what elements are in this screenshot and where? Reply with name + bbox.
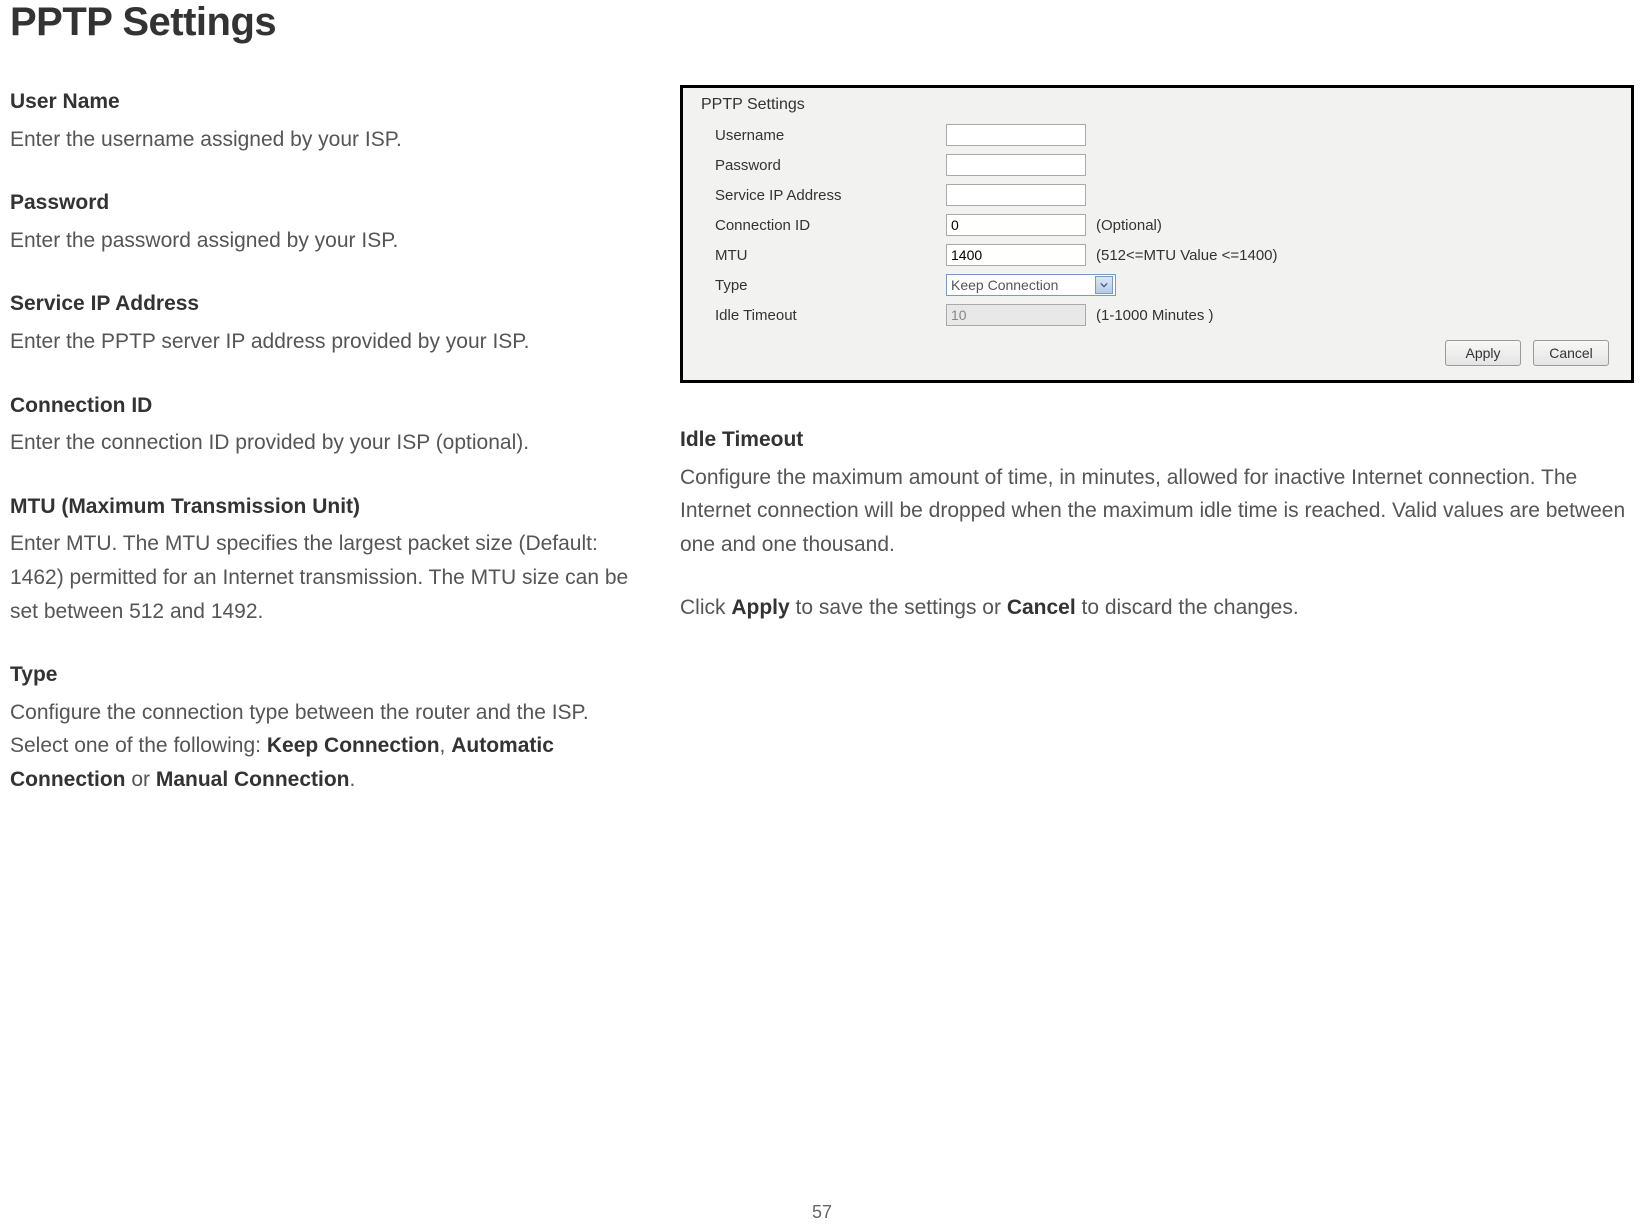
page-number: 57 bbox=[812, 1202, 832, 1223]
closing-post: to discard the changes. bbox=[1076, 596, 1299, 619]
form-label-idle: Idle Timeout bbox=[701, 307, 946, 324]
type-sep-1: , bbox=[440, 734, 452, 757]
label-service-ip: Service IP Address bbox=[10, 287, 650, 321]
section-connection-id: Connection ID Enter the connection ID pr… bbox=[10, 389, 650, 460]
section-idle-timeout: Idle Timeout Configure the maximum amoun… bbox=[680, 423, 1634, 561]
closing-mid: to save the settings or bbox=[790, 596, 1007, 619]
section-username: User Name Enter the username assigned by… bbox=[10, 85, 650, 156]
label-connection-id: Connection ID bbox=[10, 389, 650, 423]
body-password: Enter the password assigned by your ISP. bbox=[10, 224, 650, 258]
body-closing: Click Apply to save the settings or Canc… bbox=[680, 591, 1634, 625]
label-username: User Name bbox=[10, 85, 650, 119]
password-input[interactable] bbox=[946, 154, 1086, 176]
form-label-username: Username bbox=[701, 127, 946, 144]
form-label-service-ip: Service IP Address bbox=[701, 187, 946, 204]
form-label-password: Password bbox=[701, 157, 946, 174]
type-bold-1: Keep Connection bbox=[267, 734, 440, 757]
left-column: User Name Enter the username assigned by… bbox=[10, 85, 650, 827]
body-service-ip: Enter the PPTP server IP address provide… bbox=[10, 325, 650, 359]
mtu-input[interactable] bbox=[946, 244, 1086, 266]
label-idle-timeout: Idle Timeout bbox=[680, 423, 1634, 457]
page-title: PPTP Settings bbox=[10, 0, 1644, 45]
connection-id-input[interactable] bbox=[946, 214, 1086, 236]
mtu-hint: (512<=MTU Value <=1400) bbox=[1096, 247, 1278, 264]
body-mtu: Enter MTU. The MTU specifies the largest… bbox=[10, 527, 650, 628]
content-columns: User Name Enter the username assigned by… bbox=[0, 85, 1644, 827]
closing-bold-2: Cancel bbox=[1007, 596, 1076, 619]
apply-button[interactable]: Apply bbox=[1445, 340, 1521, 366]
type-text-post: . bbox=[350, 768, 356, 791]
type-select-value: Keep Connection bbox=[951, 277, 1058, 293]
closing-bold-1: Apply bbox=[731, 596, 789, 619]
connection-id-hint: (Optional) bbox=[1096, 217, 1162, 234]
pptp-settings-panel: PPTP Settings Username Password Service … bbox=[680, 85, 1634, 383]
row-type: Type Keep Connection bbox=[701, 270, 1613, 300]
username-input[interactable] bbox=[946, 124, 1086, 146]
chevron-down-icon[interactable] bbox=[1095, 276, 1113, 294]
type-bold-3: Manual Connection bbox=[156, 768, 350, 791]
section-mtu: MTU (Maximum Transmission Unit) Enter MT… bbox=[10, 490, 650, 628]
row-username: Username bbox=[701, 120, 1613, 150]
section-closing: Click Apply to save the settings or Canc… bbox=[680, 591, 1634, 625]
body-username: Enter the username assigned by your ISP. bbox=[10, 123, 650, 157]
service-ip-input[interactable] bbox=[946, 184, 1086, 206]
row-connection-id: Connection ID (Optional) bbox=[701, 210, 1613, 240]
body-type: Configure the connection type between th… bbox=[10, 696, 650, 797]
cancel-button[interactable]: Cancel bbox=[1533, 340, 1609, 366]
panel-legend: PPTP Settings bbox=[701, 96, 1613, 114]
row-service-ip: Service IP Address bbox=[701, 180, 1613, 210]
row-idle-timeout: Idle Timeout (1-1000 Minutes ) bbox=[701, 300, 1613, 330]
label-type: Type bbox=[10, 658, 650, 692]
label-password: Password bbox=[10, 186, 650, 220]
section-service-ip: Service IP Address Enter the PPTP server… bbox=[10, 287, 650, 358]
form-label-type: Type bbox=[701, 277, 946, 294]
idle-hint: (1-1000 Minutes ) bbox=[1096, 307, 1214, 324]
type-sep-2: or bbox=[126, 768, 156, 791]
label-mtu: MTU (Maximum Transmission Unit) bbox=[10, 490, 650, 524]
section-password: Password Enter the password assigned by … bbox=[10, 186, 650, 257]
row-mtu: MTU (512<=MTU Value <=1400) bbox=[701, 240, 1613, 270]
section-type: Type Configure the connection type betwe… bbox=[10, 658, 650, 796]
button-row: Apply Cancel bbox=[701, 340, 1613, 366]
body-connection-id: Enter the connection ID provided by your… bbox=[10, 426, 650, 460]
idle-timeout-input bbox=[946, 304, 1086, 326]
type-select[interactable]: Keep Connection bbox=[946, 274, 1116, 296]
form-label-connection-id: Connection ID bbox=[701, 217, 946, 234]
right-column: PPTP Settings Username Password Service … bbox=[680, 85, 1634, 827]
body-idle-timeout: Configure the maximum amount of time, in… bbox=[680, 461, 1634, 562]
closing-pre: Click bbox=[680, 596, 731, 619]
row-password: Password bbox=[701, 150, 1613, 180]
form-label-mtu: MTU bbox=[701, 247, 946, 264]
